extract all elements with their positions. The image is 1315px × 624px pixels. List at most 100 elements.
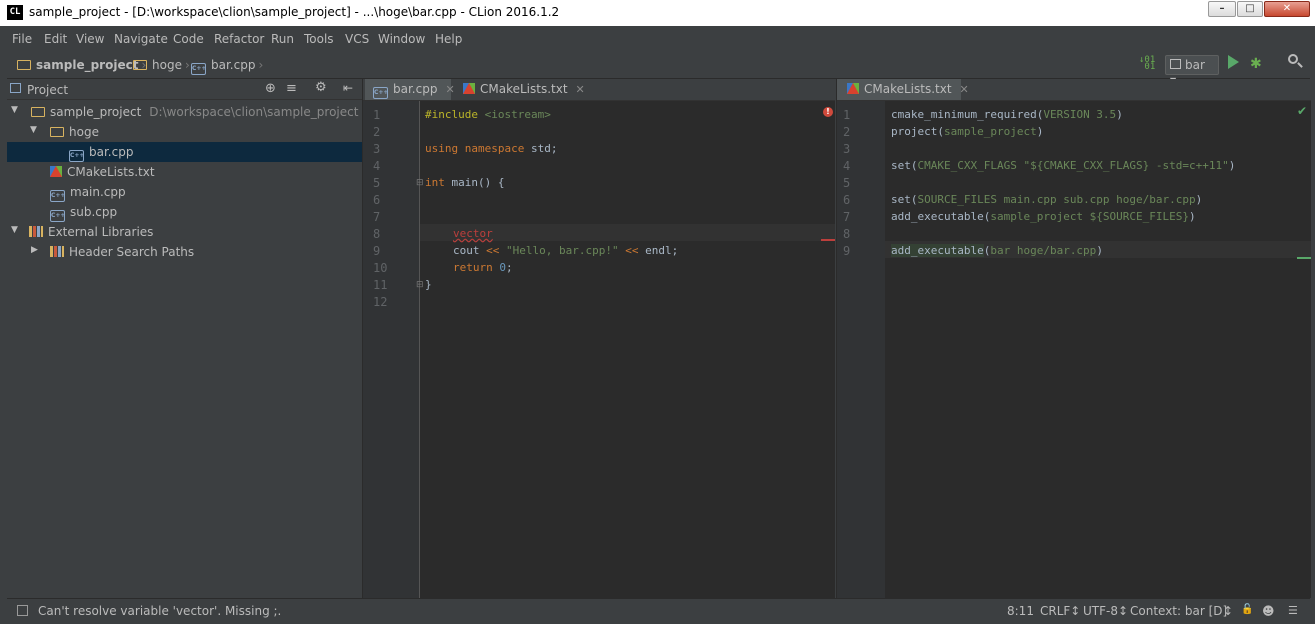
line-number: 2 [373,125,381,139]
line-number: 2 [843,125,851,139]
line-number: 1 [373,108,381,122]
minimize-button[interactable]: – [1208,1,1236,17]
close-tab-icon[interactable]: ✕ [576,83,585,96]
context-arrow-icon[interactable]: ↕ [1223,604,1233,618]
tree-item-external-libraries[interactable]: ▼ External Libraries [7,222,362,242]
menu-help[interactable]: Help [435,32,462,46]
cmake-line-1[interactable]: cmake_minimum_required(VERSION 3.5) [891,108,1123,121]
line-number: 9 [843,244,851,258]
breadcrumb-hoge[interactable]: hoge › [133,58,193,72]
cmake-line-2[interactable]: project(sample_project) [891,125,1043,138]
event-log-icon[interactable]: ☰ [1288,604,1298,617]
menu-run[interactable]: Run [271,32,294,46]
tree-item-header-search-paths[interactable]: ▶ Header Search Paths [7,242,362,262]
code-line-10[interactable]: return 0; [453,261,513,274]
code-line-9[interactable]: cout << "Hello, bar.cpp!" << endl; [453,244,678,257]
tree-item-sub-cpp[interactable]: C++ sub.cpp [7,202,362,222]
cpp-file-icon: C++ [373,87,388,99]
right-gutter: 1 2 3 4 5 6 7 8 9 [837,101,885,598]
breadcrumb-project[interactable]: sample_project › [17,58,149,72]
locate-icon[interactable]: ⊕ [265,81,276,96]
tree-item-main-cpp[interactable]: C++ main.cpp [7,182,362,202]
debug-icon[interactable]: ✱ [1250,56,1262,76]
tree-item-cmakelists[interactable]: CMakeLists.txt [7,162,362,182]
left-editor-tabs: C++ bar.cpp ✕ CMakeLists.txt ✕ [363,79,835,101]
close-button[interactable]: ✕ [1264,1,1310,17]
navigation-bar: sample_project › hoge › C++ bar.cpp › ↓01 01… [7,52,1310,85]
right-editor-tabs: CMakeLists.txt ✕ [837,79,1311,101]
fold-icon[interactable]: ⊟ [416,178,424,188]
maximize-button[interactable]: □ [1237,1,1263,17]
gutter-divider [419,101,420,598]
menu-edit[interactable]: Edit [44,32,67,46]
cmake-line-6[interactable]: set(SOURCE_FILES main.cpp sub.cpp hoge/b… [891,193,1202,206]
tree-item-label: main.cpp [70,185,126,199]
lock-icon[interactable]: 🔓 [1241,604,1253,615]
close-tab-icon[interactable]: ✕ [445,83,454,96]
cmake-line-9[interactable]: add_executable(bar hoge/bar.cpp) [891,244,1103,257]
menu-refactor[interactable]: Refactor [214,32,264,46]
menu-vcs[interactable]: VCS [345,32,369,46]
search-icon[interactable] [1288,54,1303,74]
menu-file[interactable]: File [12,32,32,46]
line-number: 11 [373,278,388,292]
file-encoding[interactable]: UTF-8↕ [1083,604,1128,618]
cmake-file-icon [847,83,859,94]
menu-tools[interactable]: Tools [304,32,334,46]
close-tab-icon[interactable]: ✕ [960,83,969,96]
menu-code[interactable]: Code [173,32,204,46]
code-line-5[interactable]: int main() { [425,176,504,189]
resolve-context[interactable]: Context: bar [D] [1130,604,1227,618]
error-indicator-icon[interactable]: ! [823,107,833,117]
code-line-1[interactable]: #include <iostream> [425,108,551,121]
line-separator[interactable]: CRLF↕ [1040,604,1080,618]
build-icon[interactable]: ↓01 01 [1139,56,1155,77]
expand-arrow-icon[interactable]: ▼ [11,105,18,115]
run-configuration-select[interactable]: bar ▼ [1165,55,1219,85]
tree-item-bar-cpp[interactable]: C++ bar.cpp [7,142,362,162]
folder-icon [133,60,147,70]
cmake-line-4[interactable]: set(CMAKE_CXX_FLAGS "${CMAKE_CXX_FLAGS} … [891,159,1235,172]
tree-item-label: hoge [69,125,99,139]
expand-arrow-icon[interactable]: ▼ [30,125,37,135]
collapse-all-icon[interactable]: ≡ [286,81,297,96]
library-icon [50,246,64,257]
hide-panel-icon[interactable]: ⇤ [343,81,353,95]
check-icon[interactable]: ✔ [1297,104,1307,118]
error-stripe-mark[interactable] [821,239,835,241]
cmake-line-7[interactable]: add_executable(sample_project ${SOURCE_F… [891,210,1196,223]
title-bar: CL sample_project - [D:\workspace\clion\… [0,0,1315,26]
tree-item-hoge[interactable]: ▼ hoge [7,122,362,142]
code-line-11[interactable]: } [425,278,432,291]
line-number: 6 [373,193,381,207]
inspector-icon[interactable]: ☻ [1262,604,1275,618]
tab-cmakelists[interactable]: CMakeLists.txt ✕ [455,79,585,100]
line-number: 1 [843,108,851,122]
cmake-file-icon [50,166,62,177]
tab-cmakelists-right[interactable]: CMakeLists.txt ✕ [837,79,969,100]
tab-bar-cpp[interactable]: C++ bar.cpp ✕ [365,79,455,100]
expand-arrow-icon[interactable]: ▼ [11,225,18,235]
line-number: 9 [373,244,381,258]
tool-windows-icon[interactable] [17,605,28,616]
tree-item-label: Header Search Paths [69,245,195,259]
menu-navigate[interactable]: Navigate [114,32,168,46]
run-icon[interactable] [1228,55,1239,69]
fold-icon[interactable]: ⊟ [416,280,424,290]
configuration-icon [1170,59,1181,69]
line-number: 7 [373,210,381,224]
menu-window[interactable]: Window [378,32,425,46]
tab-label: bar.cpp [393,82,438,96]
code-line-8[interactable]: vector [453,227,493,240]
project-panel-title: Project [27,83,69,97]
gear-icon[interactable]: ⚙ [315,80,327,95]
change-stripe-mark[interactable] [1297,257,1311,259]
caret-position[interactable]: 8:11 [1007,604,1034,618]
line-number: 4 [843,159,851,173]
expand-arrow-icon[interactable]: ▶ [31,245,38,255]
breadcrumb-file[interactable]: C++ bar.cpp › [191,58,266,75]
tree-item-sample-project[interactable]: ▼ sample_project D:\workspace\clion\sampl… [7,102,362,122]
menu-view[interactable]: View [76,32,104,46]
code-line-3[interactable]: using namespace std; [425,142,557,155]
tree-item-label: sub.cpp [70,205,118,219]
